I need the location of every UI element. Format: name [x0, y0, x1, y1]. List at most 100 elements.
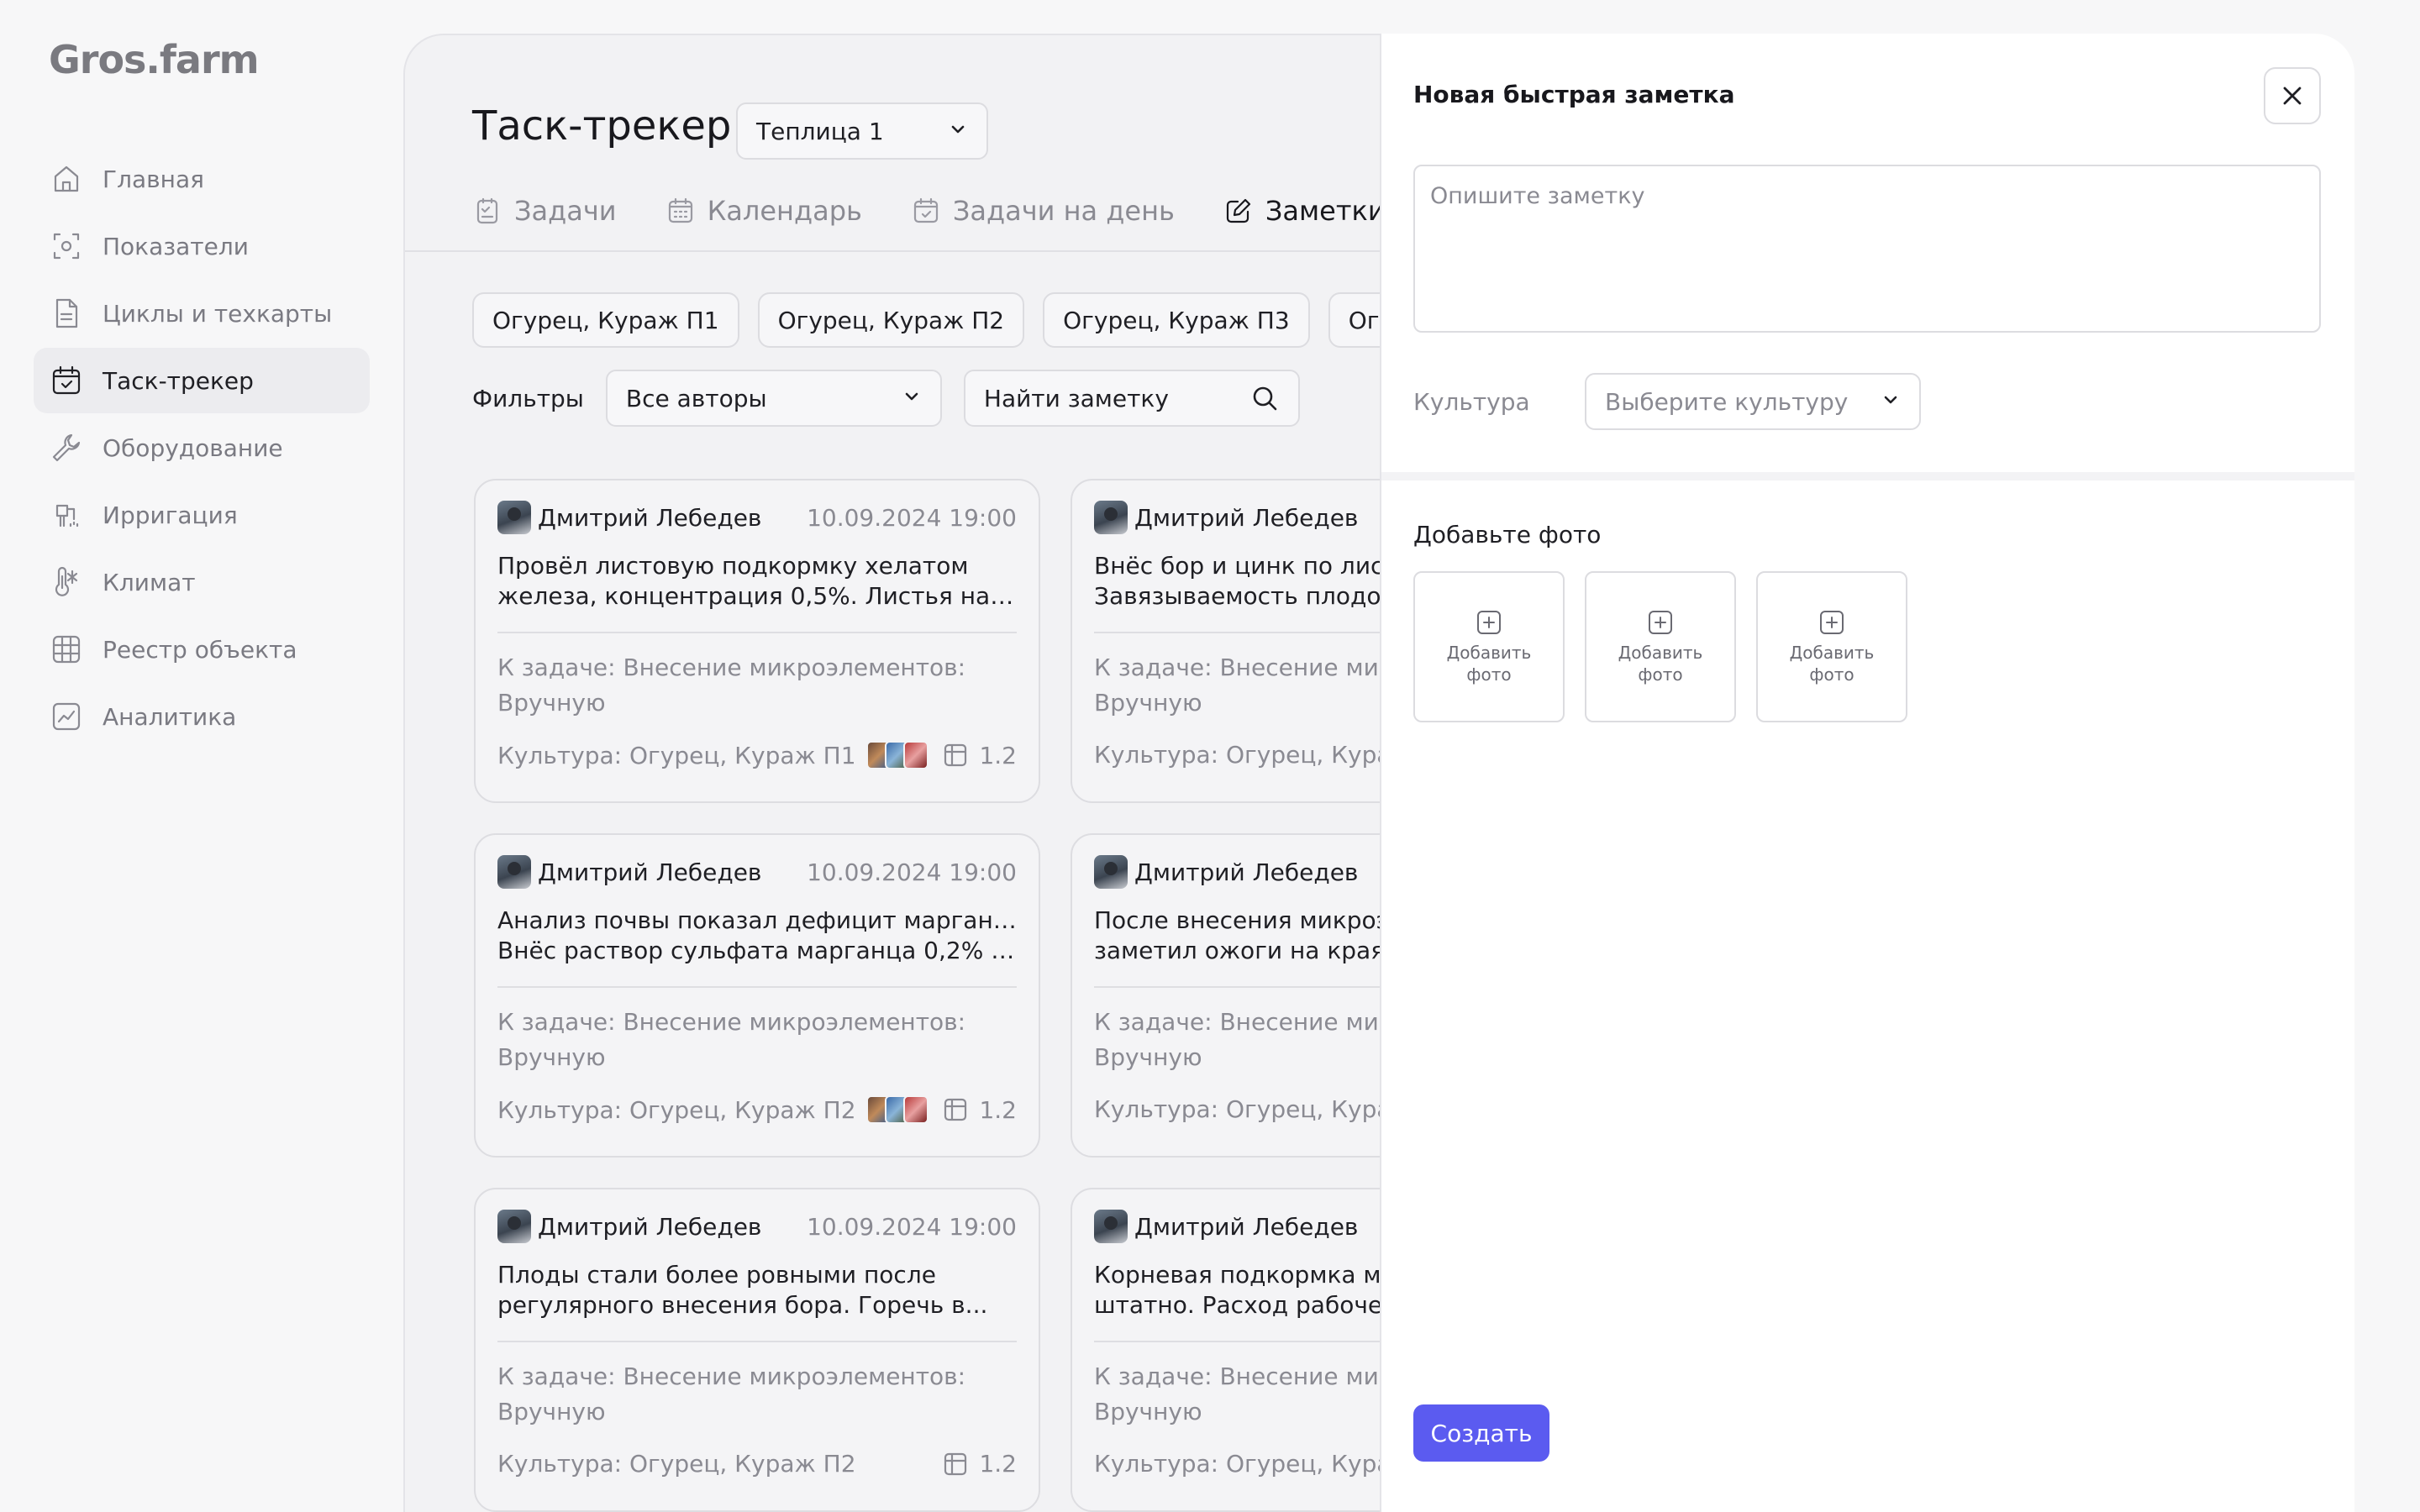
task-value: Вручную — [497, 1398, 606, 1425]
card-divider — [497, 986, 1017, 988]
note-text: Провёл листовую подкормку хелатом железа,… — [497, 551, 1017, 613]
note-text-line: Провёл листовую подкормку хелатом — [497, 552, 969, 580]
note-text-line: Внёс раствор сульфата марганца 0,2% под.… — [497, 937, 1017, 964]
metrics-icon — [53, 233, 80, 260]
tab-label: Заметки — [1265, 195, 1386, 227]
card-divider — [497, 632, 1017, 633]
sidebar-item-label: Главная — [103, 165, 204, 193]
author-name: Дмитрий Лебедев — [538, 1212, 762, 1241]
author-name: Дмитрий Лебедев — [1134, 1212, 1359, 1241]
sidebar-item-label: Таск-трекер — [103, 366, 254, 395]
task-value: Внесение микроэлементов: — [623, 1008, 966, 1036]
note-author: Дмитрий Лебедев — [1094, 855, 1358, 889]
note-date: 10.09.2024 19:00 — [807, 503, 1017, 532]
note-card[interactable]: Дмитрий Лебедев 10.09.2024 19:00 Плоды с… — [474, 1188, 1040, 1512]
tab-day-tasks[interactable]: Задачи на день — [911, 195, 1175, 227]
task-prefix: К задаче: — [1094, 1362, 1213, 1390]
sidebar-item-home[interactable]: Главная — [34, 146, 370, 212]
culture-prefix: Культура: — [1094, 1450, 1219, 1478]
new-note-drawer: Новая быстрая заметка Культура Выберите … — [1380, 34, 2354, 1512]
tab-label: Календарь — [707, 195, 862, 227]
note-text-line: Анализ почвы показал дефицит марганца. — [497, 906, 1017, 934]
photo-thumbnails[interactable] — [866, 741, 929, 769]
app-logo[interactable]: Gros.farm — [49, 37, 260, 82]
wrench-icon — [52, 433, 81, 462]
tab-label: Задачи на день — [952, 195, 1175, 227]
search-input[interactable]: Найти заметку — [963, 370, 1300, 427]
culture-chip[interactable]: Огурец, Кураж П1 — [472, 292, 739, 348]
tab-calendar[interactable]: Календарь — [666, 195, 862, 227]
note-date: 10.09.2024 19:00 — [807, 1212, 1017, 1241]
add-photo-button[interactable]: Добавить фото — [1585, 571, 1736, 722]
sidebar-item-task-tracker[interactable]: Таск-трекер — [34, 348, 370, 413]
photo-thumbnails[interactable] — [866, 1095, 929, 1124]
sidebar-item-analytics[interactable]: Аналитика — [34, 684, 370, 749]
tab-label: Задачи — [514, 195, 617, 227]
note-culture: Культура: Огурец, Кураж П2 — [497, 1096, 856, 1124]
sidebar-item-metrics[interactable]: Показатели — [34, 213, 370, 279]
culture-select[interactable]: Выберите культуру — [1585, 373, 1921, 430]
tab-tasks[interactable]: Задачи — [472, 195, 617, 227]
authors-select-value: Все авторы — [625, 384, 767, 412]
sidebar-item-cycles[interactable]: Циклы и техкарты — [34, 281, 370, 346]
task-prefix: К задаче: — [497, 1362, 616, 1390]
chevron-down-icon — [948, 118, 968, 145]
greenhouse-select[interactable]: Теплица 1 — [736, 102, 988, 160]
create-button[interactable]: Создать — [1413, 1404, 1549, 1462]
culture-chips: Огурец, Кураж П1 Огурец, Кураж П2 Огурец… — [472, 292, 1477, 348]
filters-row: Фильтры Все авторы Найти заметку — [472, 370, 1300, 427]
sidebar-item-climate[interactable]: Климат — [34, 549, 370, 615]
avatar — [497, 1210, 531, 1243]
sidebar-item-registry[interactable]: Реестр объекта — [34, 617, 370, 682]
search-placeholder: Найти заметку — [983, 384, 1169, 412]
task-value: Вручную — [497, 689, 606, 717]
culture-prefix: Культура: — [497, 1095, 623, 1124]
note-author: Дмитрий Лебедев — [497, 855, 761, 889]
note-card[interactable]: Дмитрий Лебедев 10.09.2024 19:00 Провёл … — [474, 479, 1040, 803]
add-photo-label: Добавить фото — [1618, 643, 1703, 685]
photo-thumbnail — [903, 1095, 929, 1124]
task-value: Вручную — [1094, 1043, 1202, 1071]
sidebar-item-label: Аналитика — [103, 702, 237, 731]
culture-prefix: Культура: — [1094, 741, 1219, 769]
add-photo-button[interactable]: Добавить фото — [1756, 571, 1907, 722]
irrigation-icon — [55, 504, 79, 528]
card-divider — [497, 1341, 1017, 1342]
note-text: Плоды стали более ровными после регулярно… — [497, 1260, 1017, 1322]
note-card[interactable]: Дмитрий Лебедев 10.09.2024 19:00 Анализ … — [474, 833, 1040, 1158]
calendar-day-icon — [913, 197, 938, 223]
culture-label: Культура — [1413, 388, 1530, 416]
drawer-title: Новая быстрая заметка — [1413, 81, 1735, 108]
avatar — [1094, 855, 1128, 889]
note-textarea[interactable] — [1413, 165, 2321, 333]
add-photo-button[interactable]: Добавить фото — [1413, 571, 1565, 722]
note-text-line: Плоды стали более ровными после — [497, 1261, 936, 1289]
avatar — [497, 855, 531, 889]
plus-square-icon — [1477, 611, 1501, 634]
note-culture: Культура: Огурец, Кураж — [1094, 1095, 1413, 1123]
avatar — [1094, 501, 1128, 534]
avatar — [497, 501, 531, 534]
note-culture: Культура: Огурец, Кураж П1 — [497, 742, 856, 769]
culture-chip[interactable]: Огурец, Кураж П3 — [1043, 292, 1310, 348]
sidebar-item-irrigation[interactable]: Ирригация — [34, 482, 370, 548]
authors-select[interactable]: Все авторы — [605, 370, 942, 427]
plus-square-icon — [1820, 611, 1844, 634]
sidebar-item-equipment[interactable]: Оборудование — [34, 415, 370, 480]
calendar-icon — [668, 197, 692, 223]
zone-value: 1.2 — [979, 1095, 1017, 1124]
zone-grid-icon — [944, 1452, 967, 1475]
task-value: Вручную — [1094, 689, 1202, 717]
close-button[interactable] — [2264, 67, 2321, 124]
add-photo-label: Добавить фото — [1789, 643, 1875, 685]
culture-select-placeholder: Выберите культуру — [1605, 387, 1849, 416]
tab-notes[interactable]: Заметки — [1223, 195, 1386, 227]
sidebar-item-label: Оборудование — [103, 433, 283, 462]
culture-chip[interactable]: Огурец, Кураж П2 — [757, 292, 1025, 348]
tab-bar: Задачи Календарь Задачи на день Заметки — [472, 195, 1434, 227]
note-culture: Культура: Огурец, Кураж П2 — [497, 1450, 856, 1478]
sidebar-item-label: Ирригация — [103, 501, 238, 529]
page-title: Таск-трекер — [472, 102, 732, 150]
culture-prefix: Культура: — [1094, 1095, 1219, 1123]
note-culture: Культура: Огурец, Кураж — [1094, 741, 1413, 769]
